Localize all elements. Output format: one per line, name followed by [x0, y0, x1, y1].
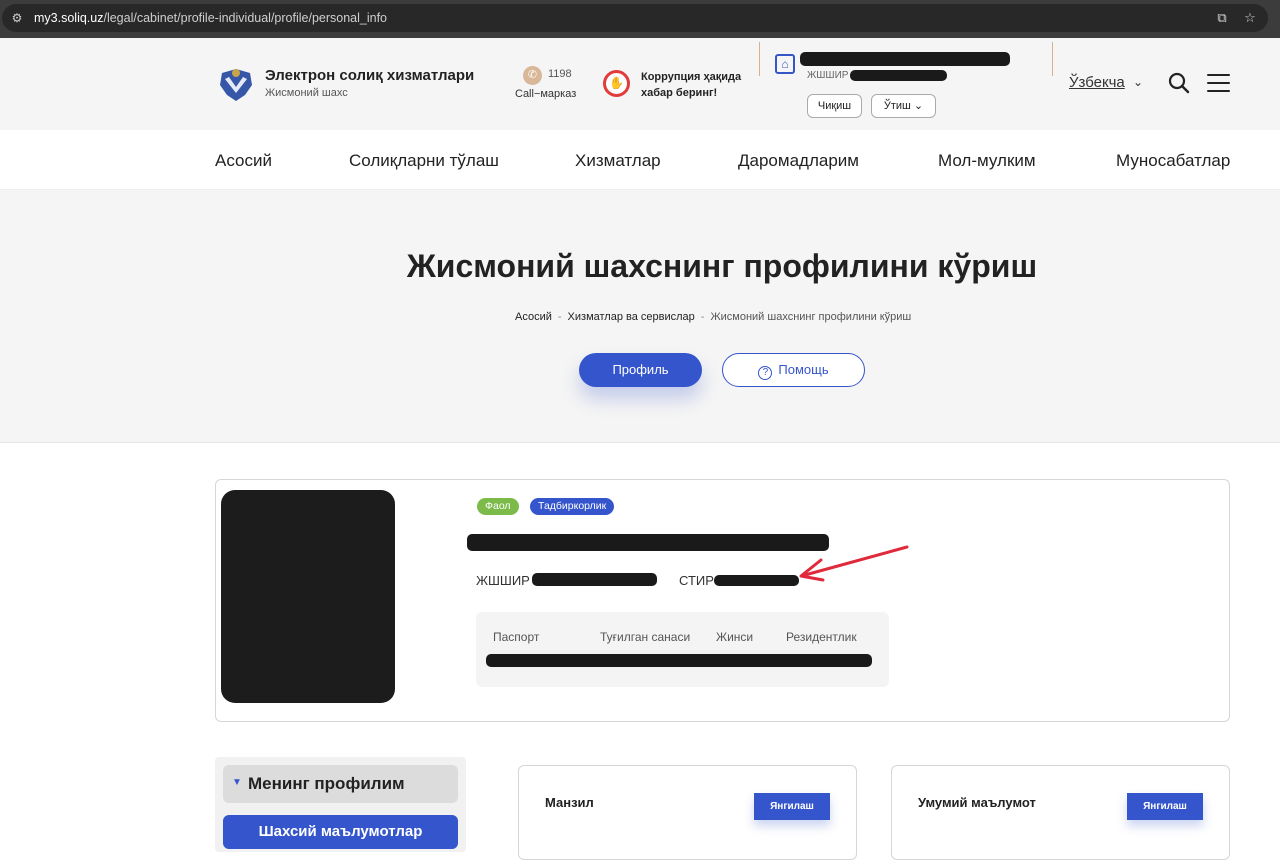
- chevron-down-icon: ⌄: [913, 100, 924, 112]
- user-jshshir-label: ЖШШИР: [807, 70, 849, 81]
- phone-icon: ✆: [523, 66, 542, 85]
- redacted-jshshir-value: [532, 573, 657, 586]
- breadcrumb-services[interactable]: Хизматлар ва сервислар: [568, 311, 695, 323]
- sidebar-item-personal-info[interactable]: Шахсий маълумотлар: [223, 815, 458, 849]
- profile-button[interactable]: Профиль: [579, 353, 702, 387]
- annotation-arrow-icon: [799, 545, 909, 582]
- passport-header: Паспорт: [493, 630, 540, 644]
- call-center-label[interactable]: Call−марказ: [515, 88, 576, 100]
- corruption-report-link[interactable]: Коррупция ҳақида хабар беринг!: [641, 69, 751, 101]
- gender-header: Жинси: [716, 630, 754, 644]
- address-update-button[interactable]: Янгилаш: [754, 793, 830, 820]
- browser-toolbar: ⚙ my3.soliq.uz/legal/cabinet/profile-ind…: [0, 0, 1280, 38]
- search-icon[interactable]: [1168, 72, 1190, 94]
- page-title: Жисмоний шахснинг профилини кўриш: [406, 248, 1038, 284]
- logout-button[interactable]: Чиқиш: [807, 94, 862, 118]
- breadcrumb: Асосий - Хизматлар ва сервислар - Жисмоний ш…: [515, 311, 912, 323]
- address-card-title: Манзил: [545, 795, 594, 810]
- sidebar-heading[interactable]: ▼ Менинг профилим: [223, 765, 458, 803]
- address-bar[interactable]: ⚙ my3.soliq.uz/legal/cabinet/profile-ind…: [2, 4, 1268, 32]
- corruption-line-1: Коррупция ҳақида: [641, 71, 742, 83]
- status-badge-entrepreneur: Тадбиркорлик: [530, 498, 615, 515]
- nav-item-services[interactable]: Хизматлар: [575, 151, 661, 171]
- site-header: Электрон солиқ хизматлари Жисмоний шахс …: [0, 38, 1280, 130]
- redacted-stir-value: [714, 575, 799, 586]
- install-app-icon[interactable]: ⧉: [1214, 10, 1230, 26]
- page-hero: Жисмоний шахснинг профилини кўриш Асосий…: [0, 190, 1280, 443]
- language-selector[interactable]: Ўзбекча: [1069, 74, 1125, 91]
- profile-card: Фаол Тадбиркорлик ЖШШИР СТИР Паспорт Туғ…: [215, 479, 1230, 722]
- hamburger-menu-icon[interactable]: [1207, 74, 1230, 92]
- redacted-profile-photo: [221, 490, 395, 703]
- question-icon: ?: [758, 366, 773, 380]
- header-divider: [1052, 42, 1053, 76]
- breadcrumb-home[interactable]: Асосий: [515, 311, 552, 323]
- help-button[interactable]: ? Помощь: [722, 353, 865, 387]
- redacted-full-name: [467, 534, 829, 551]
- general-info-card-title: Умумий маълумот: [918, 795, 1036, 810]
- bookmark-star-icon[interactable]: ☆: [1242, 10, 1258, 26]
- nav-item-pay-taxes[interactable]: Солиқларни тўлаш: [349, 151, 499, 171]
- breadcrumb-current: Жисмоний шахснинг профилини кўриш: [710, 311, 912, 323]
- call-number[interactable]: 1198: [548, 68, 572, 80]
- caret-down-icon: ▼: [232, 777, 242, 788]
- brand-subtitle: Жисмоний шахс: [265, 87, 348, 99]
- stop-hand-icon[interactable]: ✋: [603, 70, 630, 97]
- brand-title[interactable]: Электрон солиқ хизматлари: [265, 67, 474, 84]
- address-card: Манзил Янгилаш: [518, 765, 857, 860]
- main-nav: Асосий Солиқларни тўлаш Хизматлар Дарома…: [0, 130, 1280, 190]
- url-path: /legal/cabinet/profile-individual/profil…: [103, 11, 387, 25]
- personal-info-box: Паспорт Туғилган санаси Жинси Резидентли…: [476, 612, 889, 687]
- url-text[interactable]: my3.soliq.uz/legal/cabinet/profile-indiv…: [34, 11, 387, 25]
- header-divider: [759, 42, 760, 76]
- profile-sidebar: ▼ Менинг профилим Шахсий маълумотлар: [215, 757, 466, 852]
- residency-header: Резидентлик: [786, 630, 857, 644]
- nav-item-property[interactable]: Мол-мулким: [938, 151, 1036, 171]
- nav-item-income[interactable]: Даромадларим: [738, 151, 859, 171]
- logo-icon[interactable]: [217, 63, 255, 103]
- site-settings-icon[interactable]: ⚙: [10, 11, 24, 25]
- redacted-personal-details: [486, 654, 872, 667]
- nav-item-home[interactable]: Асосий: [215, 151, 272, 171]
- chevron-down-icon[interactable]: ⌄: [1133, 75, 1143, 89]
- jshshir-label: ЖШШИР: [476, 573, 530, 588]
- switch-account-button[interactable]: Ўтиш ⌄: [871, 94, 936, 118]
- general-info-card: Умумий маълумот Янгилаш: [891, 765, 1230, 860]
- status-badge-active: Фаол: [477, 498, 519, 515]
- redacted-user-name: [800, 52, 1010, 66]
- nav-item-relations[interactable]: Муносабатлар: [1116, 151, 1230, 171]
- sidebar-heading-label: Менинг профилим: [248, 774, 405, 793]
- help-label: Помощь: [778, 362, 829, 377]
- url-host: my3.soliq.uz: [34, 11, 104, 25]
- switch-label: Ўтиш: [883, 100, 911, 112]
- corruption-line-2: хабар беринг!: [641, 87, 718, 99]
- user-profile-icon[interactable]: ⌂: [775, 54, 795, 74]
- birth-date-header: Туғилган санаси: [600, 630, 691, 644]
- redacted-user-jshshir: [850, 70, 947, 81]
- stir-label: СТИР: [679, 573, 714, 588]
- general-info-update-button[interactable]: Янгилаш: [1127, 793, 1203, 820]
